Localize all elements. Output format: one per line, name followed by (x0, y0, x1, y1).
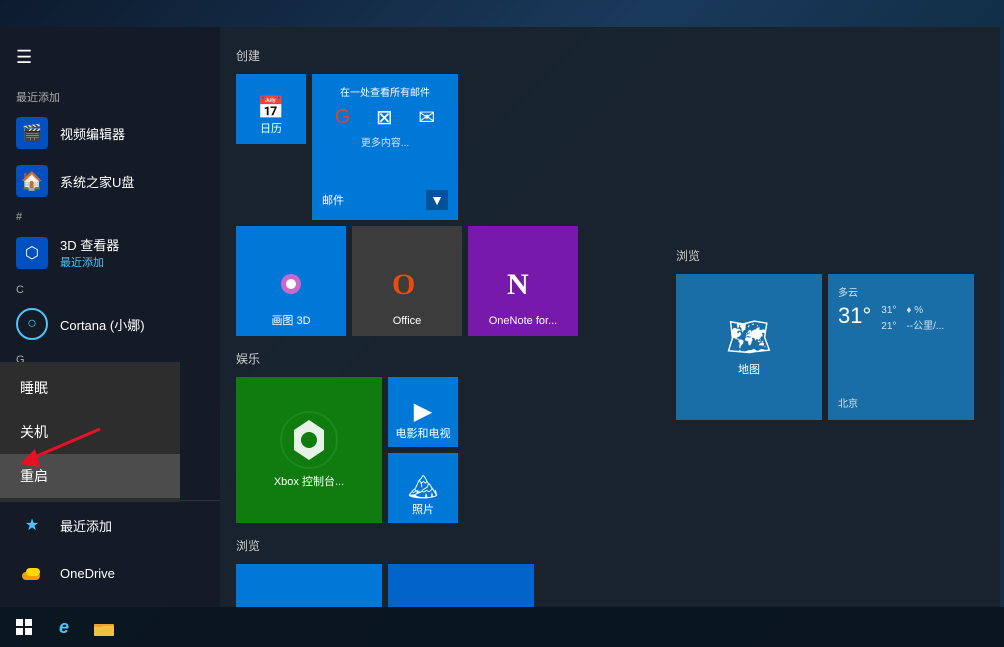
app-name-cortana: Cortana (小娜) (60, 315, 145, 334)
msstore-tile[interactable]: 🛍 Microsoft Store (236, 564, 382, 607)
app-name-systemu: 系统之家U盘 (60, 172, 134, 191)
tiles-panel: 创建 📅 日历 在一处查看所有邮件 G ⊠ ✉ (220, 27, 660, 607)
c-header: C (0, 278, 220, 300)
app-item-video-editor[interactable]: 🎬 视频编辑器 (0, 109, 220, 157)
hamburger-icon[interactable]: ☰ (16, 47, 32, 68)
map-label: 地图 (738, 364, 760, 377)
recently-added-icon: ★ (16, 509, 48, 541)
mail-label: 邮件 (322, 192, 344, 208)
browse-section: 浏览 🛍 Microsoft Store e Microsoft Edge (236, 537, 644, 607)
office-label: Office (393, 315, 422, 328)
video-editor-icon: 🎬 (16, 117, 48, 149)
weather-humidity: % (914, 305, 923, 316)
weather-temp: 31° (838, 303, 871, 329)
taskbar-explorer[interactable] (84, 607, 124, 647)
calendar-label: 日历 (260, 123, 282, 136)
mail-more-text: 更多内容... (322, 134, 448, 149)
taskbar-edge[interactable]: e (44, 607, 84, 647)
movies-tile[interactable]: ▶ 电影和电视 (388, 377, 458, 447)
entertainment-section: 娱乐 Xbox 控制台... ▶ (236, 350, 644, 523)
app-item-3d-viewer[interactable]: ⬡ 3D 查看器 最近添加 (0, 227, 220, 278)
cortana-icon: ○ (16, 308, 48, 340)
weather-city: 北京 (838, 395, 964, 410)
entertainment-title: 娱乐 (236, 350, 644, 367)
weather-status: 多云 (838, 284, 964, 299)
photos-tile[interactable]: 🏔 照片 (388, 453, 458, 523)
recently-added-section-title: 最近添加 (0, 83, 220, 109)
onenote-label: OneNote for... (489, 315, 557, 328)
office-tile[interactable]: O Office (352, 226, 462, 336)
xbox-label: Xbox 控制台... (274, 476, 344, 489)
right-tiles-panel: 浏览 🗺 地图 多云 31° 31° 21° (660, 27, 1000, 607)
systemu-icon: 🏠 (16, 165, 48, 197)
onedrive-label: OneDrive (60, 566, 115, 581)
start-menu: ☰ 最近添加 🎬 视频编辑器 🏠 系统之家U盘 # ⬡ 3D 查看器 (0, 27, 660, 607)
svg-text:N: N (507, 268, 529, 301)
weather-wind: --公里/... (906, 321, 944, 332)
weather-low: 21° (881, 321, 896, 332)
restart-item[interactable]: 重启 (0, 454, 180, 498)
app-item-cortana[interactable]: ○ Cortana (小娜) (0, 300, 220, 348)
app-item-systemu[interactable]: 🏠 系统之家U盘 (0, 157, 220, 205)
shutdown-item[interactable]: 关机 (0, 410, 180, 454)
paint3d-label: 画图 3D (271, 315, 310, 328)
app-subtitle-3d-viewer: 最近添加 (60, 254, 119, 270)
mail-chevron[interactable]: ▼ (426, 190, 448, 210)
weather-tile[interactable]: 多云 31° 31° 21° ♦ % --公里/... (828, 274, 974, 420)
xbox-tile[interactable]: Xbox 控制台... (236, 377, 382, 523)
weather-high: 31° (881, 305, 896, 316)
browse-title-right: 浏览 (676, 247, 984, 264)
mail-tile[interactable]: 在一处查看所有邮件 G ⊠ ✉ 更多内容... 邮件 ▼ (312, 74, 458, 220)
app-name-video-editor: 视频编辑器 (60, 124, 125, 143)
photos-label: 照片 (412, 504, 434, 517)
footer-onedrive[interactable]: OneDrive (0, 549, 220, 597)
calendar-tile[interactable]: 📅 日历 (236, 74, 306, 144)
map-tile[interactable]: 🗺 地图 (676, 274, 822, 420)
start-button[interactable] (4, 607, 44, 647)
app-list: ☰ 最近添加 🎬 视频编辑器 🏠 系统之家U盘 # ⬡ 3D 查看器 (0, 27, 220, 607)
create-section: 创建 📅 日历 在一处查看所有邮件 G ⊠ ✉ (236, 47, 644, 336)
sleep-item[interactable]: 睡眠 (0, 366, 180, 410)
movies-label: 电影和电视 (396, 428, 451, 441)
mail-top-text: 在一处查看所有邮件 (322, 84, 448, 99)
onedrive-icon (16, 557, 48, 589)
desktop: ☰ 最近添加 🎬 视频编辑器 🏠 系统之家U盘 # ⬡ 3D 查看器 (0, 0, 1004, 647)
svg-text:O: O (392, 268, 415, 301)
create-title: 创建 (236, 47, 644, 64)
app-name-3d-viewer: 3D 查看器 (60, 235, 119, 254)
msedge-tile[interactable]: e Microsoft Edge (388, 564, 534, 607)
paint3d-tile[interactable]: 画图 3D (236, 226, 346, 336)
hash-header: # (0, 205, 220, 227)
footer-recently-added[interactable]: ★ 最近添加 (0, 501, 220, 549)
recently-added-label: 最近添加 (60, 516, 112, 535)
onenote-tile[interactable]: N OneNote for... (468, 226, 578, 336)
3d-viewer-icon: ⬡ (16, 237, 48, 269)
browse-title: 浏览 (236, 537, 644, 554)
app-list-header: ☰ (0, 37, 220, 78)
taskbar: e (0, 607, 1004, 647)
power-menu: 睡眠 关机 重启 (0, 362, 180, 502)
